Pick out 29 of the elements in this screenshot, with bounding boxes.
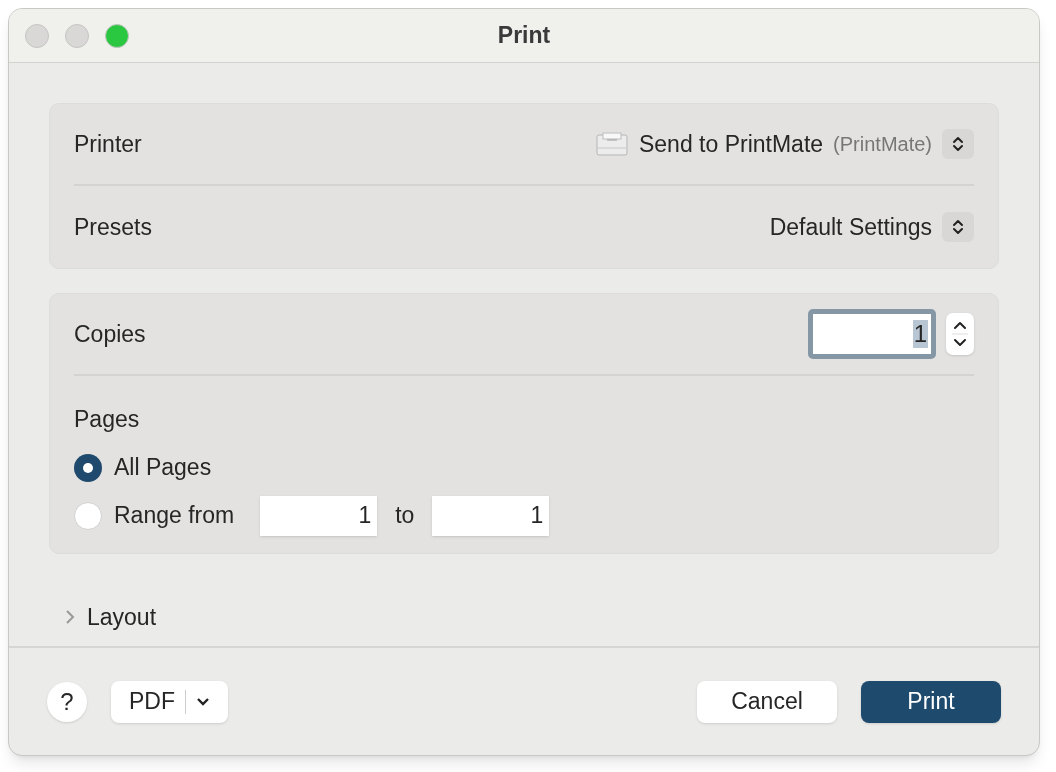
pages-label: Pages (74, 405, 141, 434)
radio-label: Range from (114, 501, 235, 531)
up-down-chevron-icon (951, 217, 965, 237)
range-joiner: to (395, 501, 415, 531)
popup-value[interactable]: Send to PrintMate (639, 126, 824, 162)
print-button[interactable]: Print (861, 680, 1001, 723)
copies-label: Copies (74, 319, 146, 349)
popup-button[interactable] (942, 212, 974, 242)
cancel-button[interactable]: Cancel (697, 680, 837, 723)
pdf-menu-button[interactable]: PDF (111, 680, 228, 723)
radio-button[interactable] (74, 453, 102, 482)
chevron-icon (65, 608, 75, 625)
radio-button[interactable] (74, 501, 102, 530)
popup-value[interactable]: Default Settings (769, 209, 932, 245)
radio-label: All Pages (114, 453, 212, 483)
layout-disclosure[interactable]: Layout (65, 599, 999, 634)
range-to-field[interactable]: 1 (432, 495, 550, 536)
printer-model: (PrintMate) (833, 132, 932, 157)
copies-stepper[interactable] (946, 313, 974, 355)
up-down-chevron-icon (951, 134, 965, 154)
row-label: Presets (74, 212, 152, 242)
row-label: Printer (74, 129, 142, 159)
popup-button[interactable] (942, 129, 974, 159)
copies-field[interactable]: 1 (808, 309, 936, 359)
help-button[interactable]: ? (47, 681, 87, 722)
printer-icon (595, 131, 629, 157)
chevron-down-icon (196, 696, 210, 707)
window-title: Print (497, 21, 551, 51)
range-from-field[interactable]: 1 (260, 495, 378, 536)
